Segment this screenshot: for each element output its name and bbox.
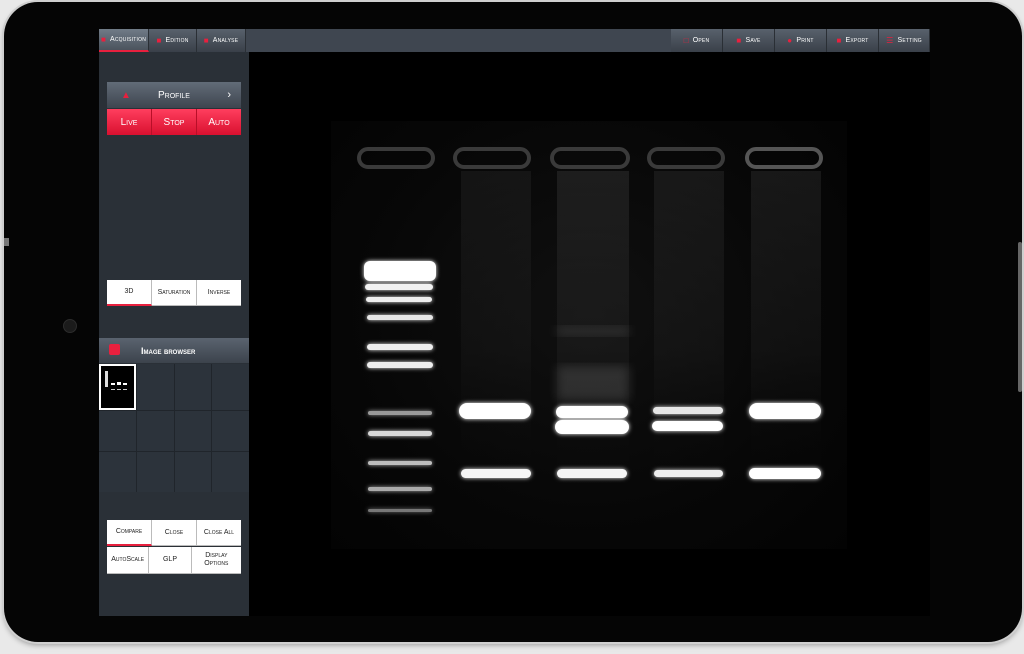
volume-button: [1018, 242, 1022, 392]
well: [453, 147, 531, 169]
lane-smear: [461, 171, 531, 471]
well: [550, 147, 630, 169]
setting-label: Setting: [897, 37, 922, 44]
save-label: Save: [745, 37, 761, 44]
gel-image-viewer[interactable]: [331, 121, 847, 549]
display-options-button[interactable]: Display Options: [191, 547, 241, 574]
image-browser-title: Image browser: [141, 345, 196, 356]
action-row-2: AutoScale GLP Display Options: [107, 547, 241, 574]
save-button[interactable]: ■ Save: [723, 29, 775, 52]
print-icon: ●: [787, 35, 793, 45]
faint-band: [557, 326, 629, 336]
live-button[interactable]: Live: [107, 109, 152, 135]
tab-edition[interactable]: ■ Edition: [149, 29, 197, 52]
lane-smear: [751, 171, 821, 471]
capture-controls: Live Stop Auto: [107, 109, 241, 135]
profile-button[interactable]: ▲ Profile ›: [107, 82, 241, 108]
print-button[interactable]: ● Print: [775, 29, 827, 52]
saturation-button[interactable]: Saturation: [152, 280, 197, 306]
open-icon: □: [683, 35, 689, 45]
gel-thumbnail-graphic: [105, 371, 127, 390]
export-button[interactable]: ■ Export: [827, 29, 879, 52]
gel-wells: [357, 147, 823, 169]
empty-slot[interactable]: [136, 411, 174, 451]
empty-slot[interactable]: [174, 452, 212, 492]
image-icon: [109, 344, 120, 355]
empty-slot[interactable]: [99, 452, 136, 492]
acquisition-icon: ■: [100, 34, 106, 44]
export-icon: ■: [836, 35, 842, 45]
save-icon: ■: [736, 35, 742, 45]
tab-label: Analyse: [212, 37, 239, 44]
compare-button[interactable]: Compare: [107, 520, 152, 546]
export-label: Export: [845, 37, 869, 44]
tab-label: Acquisition: [110, 36, 147, 43]
gel-image: [357, 147, 823, 512]
close-button[interactable]: Close: [152, 520, 197, 546]
3d-button[interactable]: 3D: [107, 280, 152, 306]
open-label: Open: [692, 37, 710, 44]
chevron-right-icon: ›: [227, 89, 231, 101]
tab-analyse[interactable]: ■ Analyse: [197, 29, 246, 52]
empty-slot[interactable]: [212, 411, 249, 451]
analyse-icon: ■: [203, 35, 209, 45]
well: [357, 147, 435, 169]
tab-acquisition[interactable]: ■ Acquisition: [99, 29, 149, 52]
side-button: [4, 238, 9, 246]
open-button[interactable]: □ Open: [671, 29, 723, 52]
view-controls: 3D Saturation Inverse: [107, 280, 241, 306]
tab-label: Edition: [165, 37, 189, 44]
print-label: Print: [796, 37, 814, 44]
front-camera: [63, 319, 77, 333]
empty-slot[interactable]: [136, 364, 174, 410]
faint-band: [557, 366, 629, 401]
profile-label: Profile: [158, 89, 190, 101]
empty-slot[interactable]: [212, 452, 249, 492]
ladder-bands: [364, 261, 436, 512]
left-panel: ▲ Profile › Live Stop Auto 3D Saturation…: [99, 52, 249, 616]
autoscale-button[interactable]: AutoScale: [107, 547, 150, 574]
image-thumbnail[interactable]: [99, 364, 136, 410]
well: [647, 147, 725, 169]
top-toolbar: ■ Acquisition ■ Edition ■ Analyse □ Open…: [99, 29, 930, 52]
edition-icon: ■: [156, 35, 162, 45]
setting-button[interactable]: ☰ Setting: [879, 29, 930, 52]
image-browser-header: Image browser: [99, 338, 249, 363]
empty-slot[interactable]: [212, 364, 249, 410]
auto-button[interactable]: Auto: [197, 109, 241, 135]
empty-slot[interactable]: [136, 452, 174, 492]
empty-slot[interactable]: [174, 411, 212, 451]
inverse-button[interactable]: Inverse: [197, 280, 241, 306]
setting-icon: ☰: [886, 35, 894, 45]
app-screen: ■ Acquisition ■ Edition ■ Analyse □ Open…: [99, 29, 930, 616]
stop-button[interactable]: Stop: [152, 109, 197, 135]
action-row-1: Compare Close Close All: [107, 520, 241, 546]
empty-slot[interactable]: [174, 364, 212, 410]
close-all-button[interactable]: Close All: [197, 520, 241, 546]
image-browser-grid: [99, 364, 249, 492]
well: [745, 147, 823, 169]
glp-button[interactable]: GLP: [149, 547, 192, 574]
empty-slot[interactable]: [99, 411, 136, 451]
